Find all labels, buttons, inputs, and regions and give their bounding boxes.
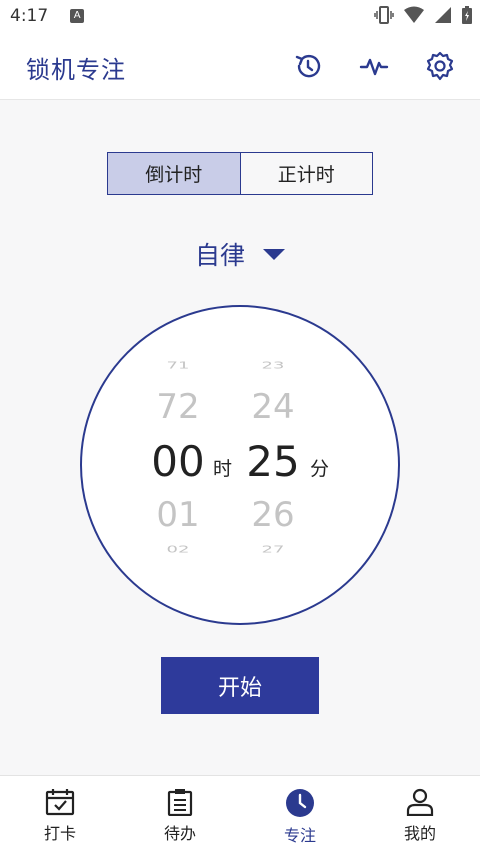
status-bar: 4:17 A	[0, 0, 480, 32]
focus-mode-label: 自律	[195, 241, 246, 270]
page-title: 锁机专注	[26, 56, 126, 84]
hour-selected: 00	[151, 437, 205, 486]
clipboard-icon	[167, 789, 193, 816]
timer-mode-toggle: 倒计时 正计时	[107, 152, 373, 195]
countup-tab[interactable]: 正计时	[241, 153, 373, 194]
nav-label-focus: 专注	[283, 826, 316, 845]
minute-selected: 25	[246, 437, 300, 486]
history-icon	[295, 54, 321, 78]
minute-far-next: 27	[261, 543, 285, 556]
signal-icon	[435, 7, 451, 23]
nav-item-focus[interactable]: 专注	[240, 776, 360, 853]
statistics-button[interactable]	[358, 50, 390, 82]
notification-icon: A	[70, 9, 85, 23]
history-button[interactable]	[292, 50, 324, 82]
bottom-nav: 打卡 待办 专注 我的	[0, 775, 480, 853]
nav-label-mine: 我的	[403, 824, 436, 843]
hour-prev: 72	[156, 387, 200, 427]
minute-picker[interactable]: 23 24 25 26 27	[242, 355, 304, 575]
minute-far-prev: 23	[261, 359, 285, 372]
nav-item-todo[interactable]: 待办	[120, 776, 240, 853]
dropdown-arrow-icon	[263, 249, 286, 260]
settings-button[interactable]	[424, 50, 456, 82]
hour-far-prev: 71	[166, 359, 190, 372]
status-icons	[374, 6, 472, 24]
nav-item-checkin[interactable]: 打卡	[0, 776, 120, 853]
hour-unit: 时	[213, 458, 233, 480]
app-bar: 锁机专注	[0, 32, 480, 100]
settings-icon	[426, 51, 454, 81]
app-bar-actions	[292, 50, 456, 82]
nav-label-checkin: 打卡	[43, 824, 76, 843]
minute-next: 26	[251, 495, 295, 535]
minute-prev: 24	[251, 387, 295, 427]
nav-label-todo: 待办	[163, 824, 196, 843]
clock-icon	[286, 789, 314, 817]
hour-far-next: 02	[166, 543, 190, 556]
battery-icon	[462, 6, 472, 24]
hour-next: 01	[156, 495, 200, 535]
start-button[interactable]: 开始	[161, 657, 319, 714]
countdown-tab[interactable]: 倒计时	[108, 153, 241, 194]
calendar-check-icon	[45, 789, 75, 816]
wifi-icon	[404, 6, 424, 23]
focus-mode-dropdown[interactable]: 自律	[195, 234, 286, 274]
minute-unit: 分	[310, 458, 330, 480]
timer-dial: 71 72 00 01 02 时 23 24 25 26 27 分	[80, 305, 400, 625]
person-icon	[406, 788, 434, 816]
nav-item-mine[interactable]: 我的	[360, 776, 480, 853]
status-time: 4:17	[10, 6, 49, 26]
vibrate-icon	[374, 6, 394, 24]
pulse-icon	[359, 58, 389, 76]
hour-picker[interactable]: 71 72 00 01 02	[147, 355, 209, 575]
